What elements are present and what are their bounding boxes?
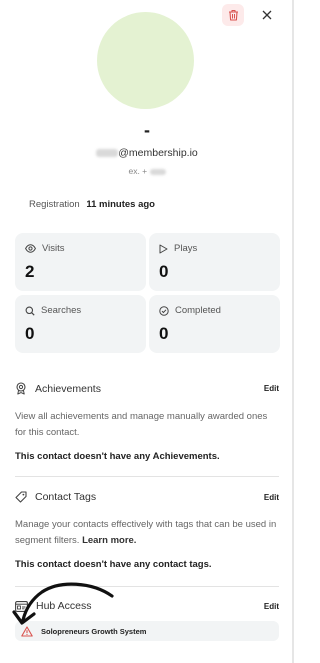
tags-description-text: Manage your contacts effectively with ta… (15, 519, 277, 546)
email-domain: @membership.io (118, 147, 198, 159)
stat-label: Plays (174, 243, 198, 254)
scrollbar-track[interactable] (292, 0, 294, 663)
stat-label: Visits (42, 243, 65, 254)
achievements-section: Achievements Edit View all achievements … (15, 382, 279, 462)
check-circle-icon (159, 305, 169, 316)
medal-icon (16, 382, 26, 395)
stat-card-searches: Searches 0 (15, 295, 146, 353)
registration-value: 11 minutes ago (86, 199, 155, 210)
avatar (97, 12, 194, 109)
stat-value: 0 (159, 262, 169, 281)
learn-more-link[interactable]: Learn more. (82, 535, 136, 546)
stat-value: 0 (25, 324, 35, 343)
contact-phone: ex. + (0, 166, 294, 176)
stat-card-plays: Plays 0 (149, 233, 280, 291)
header-actions (222, 4, 276, 26)
close-button[interactable] (258, 6, 276, 24)
stat-value: 0 (159, 324, 169, 343)
stat-value: 2 (25, 262, 35, 281)
redacted-phone (149, 168, 166, 175)
divider (15, 476, 279, 477)
contact-tags-section: Contact Tags Edit Manage your contacts e… (15, 491, 279, 570)
section-title: Contact Tags (35, 491, 97, 503)
contact-name: - (144, 120, 150, 140)
stat-label: Searches (41, 305, 82, 316)
empty-state: This contact doesn't have any Achievemen… (15, 451, 220, 462)
trash-icon (228, 9, 238, 21)
section-description: Manage your contacts effectively with ta… (15, 517, 279, 549)
section-title: Achievements (35, 382, 101, 395)
play-icon (159, 244, 168, 253)
search-icon (25, 306, 35, 316)
section-description: View all achievements and manage manuall… (15, 411, 268, 438)
redacted-email-prefix (96, 149, 119, 158)
stat-card-visits: Visits 2 (15, 233, 146, 291)
eye-icon (25, 244, 36, 253)
stat-card-completed: Completed 0 (149, 295, 280, 353)
edit-achievements-button[interactable]: Edit (264, 384, 279, 393)
close-icon (262, 10, 272, 20)
contact-email: @membership.io (0, 147, 294, 159)
tag-icon (15, 491, 27, 503)
registration-row: Registration 11 minutes ago (29, 199, 155, 210)
delete-contact-button[interactable] (222, 4, 244, 26)
edit-tags-button[interactable]: Edit (264, 493, 279, 502)
annotation-arrow (12, 582, 114, 625)
phone-prefix: ex. + (128, 166, 148, 176)
stat-label: Completed (175, 305, 221, 316)
registration-label: Registration (29, 199, 80, 210)
empty-state: This contact doesn't have any contact ta… (15, 559, 212, 570)
edit-hub-access-button[interactable]: Edit (264, 602, 279, 611)
